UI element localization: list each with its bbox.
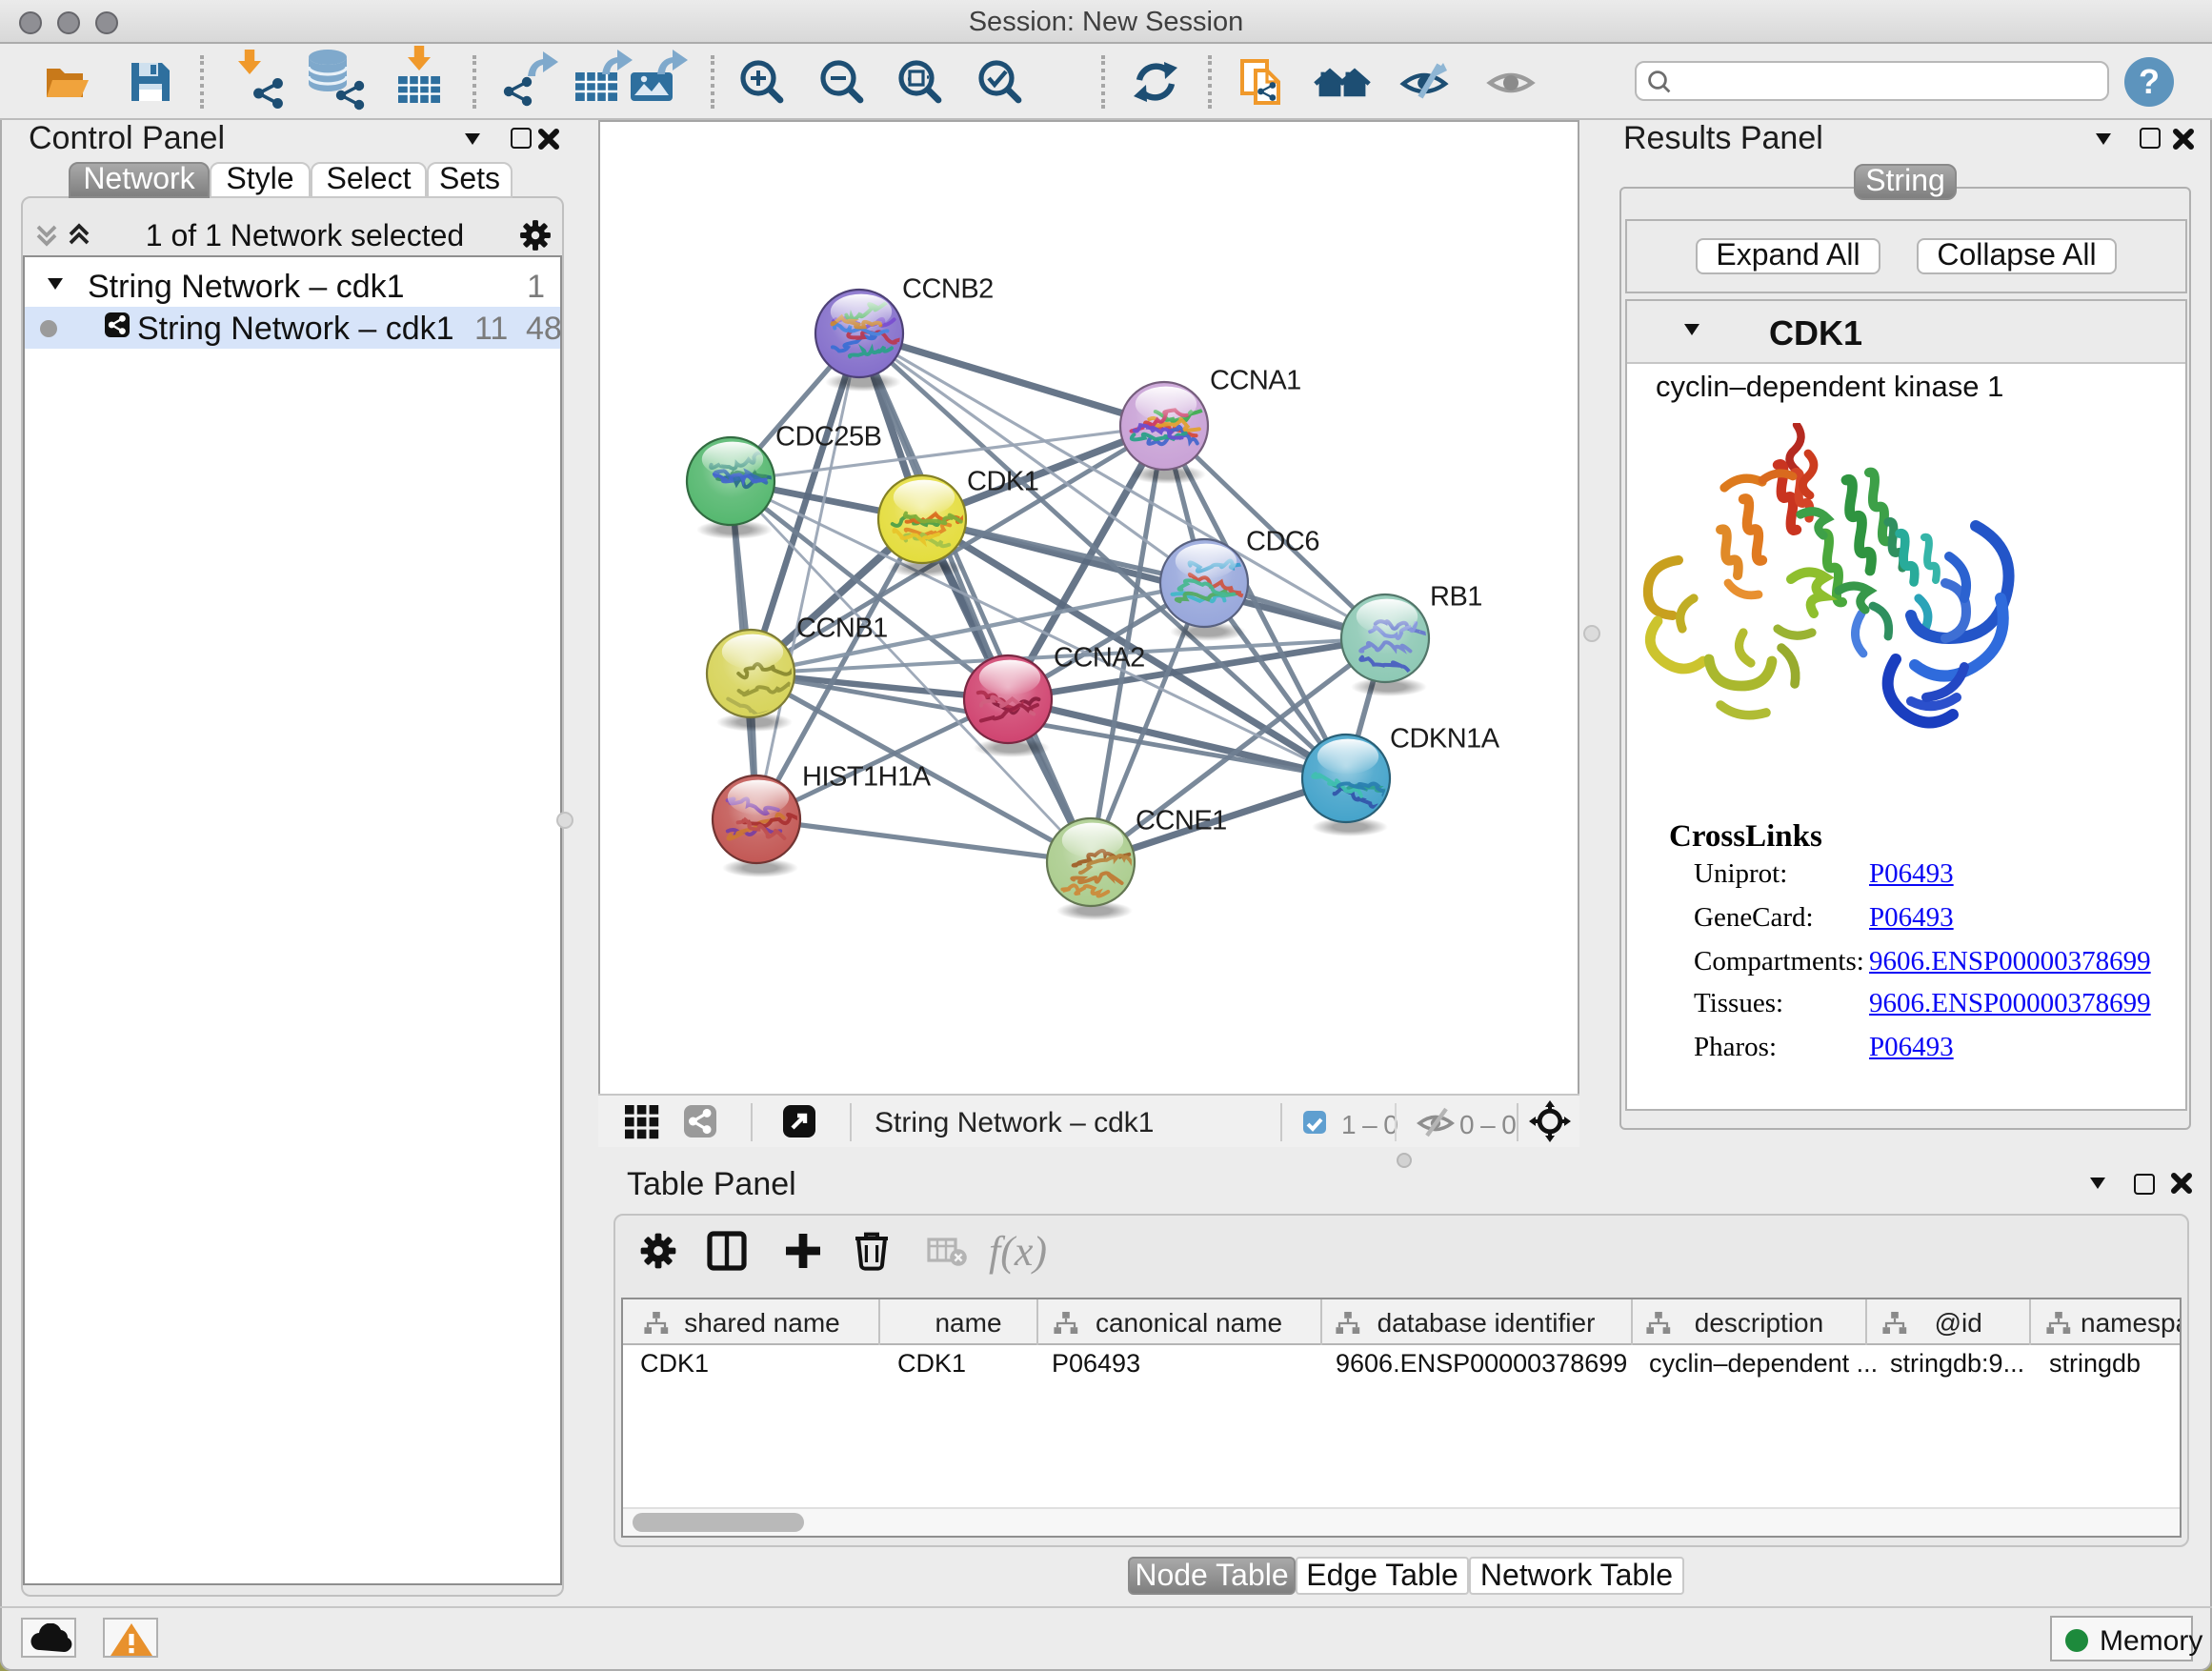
- svg-text:CCNA1: CCNA1: [1210, 365, 1301, 395]
- svg-text:CDK1: CDK1: [967, 466, 1038, 496]
- svg-text:CDC6: CDC6: [1246, 526, 1319, 556]
- svg-text:CCNB2: CCNB2: [902, 273, 994, 304]
- svg-text:CDKN1A: CDKN1A: [1390, 723, 1500, 754]
- svg-text:CCNA2: CCNA2: [1054, 642, 1145, 673]
- svg-text:CDC25B: CDC25B: [775, 421, 881, 452]
- svg-text:CCNB1: CCNB1: [796, 613, 888, 643]
- svg-text:1 of 1 Network selected: 1 of 1 Network selected: [146, 218, 464, 252]
- svg-text:HIST1H1A: HIST1H1A: [802, 761, 932, 792]
- svg-text:CCNE1: CCNE1: [1136, 805, 1227, 836]
- svg-text:f(x): f(x): [989, 1228, 1047, 1275]
- svg-text:?: ?: [2139, 62, 2160, 101]
- svg-text:RB1: RB1: [1430, 581, 1482, 612]
